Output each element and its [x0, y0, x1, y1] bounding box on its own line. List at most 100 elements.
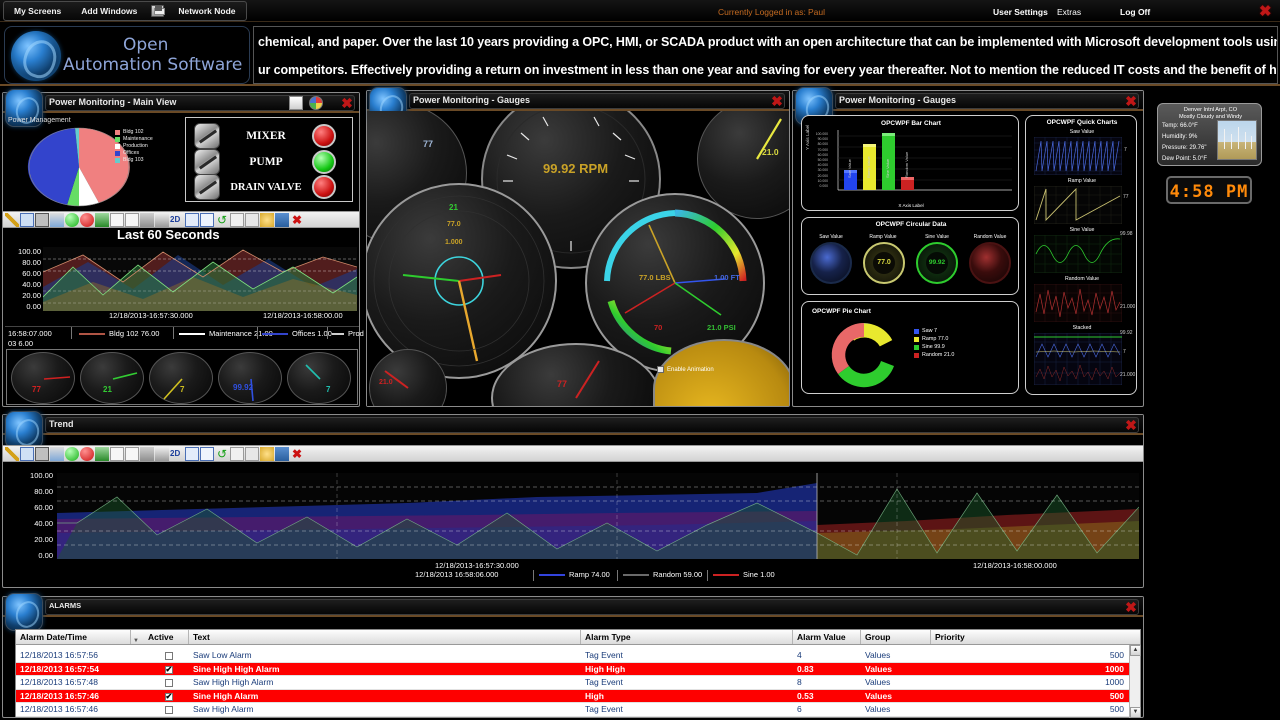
grid-icon[interactable]: [110, 212, 124, 227]
legend-label: Maintenance: [123, 136, 153, 142]
thermometer-icon[interactable]: [50, 212, 64, 227]
chart-icon[interactable]: [95, 446, 109, 461]
window-close-icon[interactable]: ✖: [1124, 600, 1138, 614]
document-icon[interactable]: [289, 96, 303, 110]
titlebar-trend[interactable]: Trend ✖: [3, 411, 1143, 449]
main-view-toolbar[interactable]: 2D ↺ ✖: [3, 211, 359, 228]
quick-charts-title: OPCWPF Quick Charts: [1046, 119, 1118, 126]
menu-item-my-screens[interactable]: My Screens: [4, 1, 71, 21]
cell-priority: 1000: [1105, 663, 1124, 674]
opcwpf-quick-charts-panel: OPCWPF Quick Charts Saw Value 7 Ramp Val…: [1025, 115, 1137, 395]
titlebar-gauges-center[interactable]: Power Monitoring - Gauges ✖: [367, 87, 789, 125]
database-icon[interactable]: [140, 212, 154, 227]
paste-icon[interactable]: [245, 212, 259, 227]
window-close-icon[interactable]: ✖: [770, 94, 784, 108]
titlebar-alarms[interactable]: ALARMS ✖: [3, 593, 1143, 631]
table-row[interactable]: 12/18/2013 16:57:56 Saw Low Alarm Tag Ev…: [16, 649, 1140, 663]
thermometer-icon[interactable]: [50, 446, 64, 461]
delete-icon[interactable]: ✖: [290, 447, 304, 461]
sort-chevron-down-icon[interactable]: ▼: [131, 630, 144, 644]
valve-icon[interactable]: [194, 123, 220, 149]
circular-gauge-saw: [810, 242, 852, 284]
window-icon[interactable]: [20, 212, 34, 227]
circular-title: OPCWPF Circular Data: [875, 221, 947, 228]
log-off-button[interactable]: Log Off: [1120, 7, 1150, 17]
indicator-row-pump[interactable]: PUMP: [194, 149, 346, 175]
column-header-datetime[interactable]: Alarm Date/Time: [16, 630, 131, 644]
cell-active[interactable]: [144, 703, 189, 716]
window-close-icon[interactable]: ✖: [1124, 94, 1138, 108]
printer-icon[interactable]: [155, 446, 169, 461]
cell-text: Sine High Alarm: [193, 690, 259, 701]
indicator-row-mixer[interactable]: MIXER: [194, 123, 346, 149]
cube-icon[interactable]: [200, 446, 214, 461]
table-row[interactable]: 12/18/2013 16:57:46 Saw High Alarm Tag E…: [16, 703, 1140, 717]
green-circle-icon[interactable]: [65, 446, 79, 461]
palette-icon[interactable]: [309, 96, 323, 110]
menu-item-add-windows[interactable]: Add Windows: [71, 1, 147, 21]
enable-animation-checkbox[interactable]: Enable Animation: [657, 366, 714, 373]
cube-icon[interactable]: [200, 212, 214, 227]
column-header-active[interactable]: Active: [144, 630, 189, 644]
scroll-up-button[interactable]: ▲: [1130, 645, 1141, 656]
delete-icon[interactable]: ✖: [290, 213, 304, 227]
printer-icon[interactable]: [155, 212, 169, 227]
database-icon[interactable]: [140, 446, 154, 461]
save-icon[interactable]: [35, 446, 49, 461]
circular-gauge-random: [969, 242, 1011, 284]
grid-icon-2[interactable]: [125, 446, 139, 461]
titlebar-gauges-right[interactable]: Power Monitoring - Gauges ✖: [793, 87, 1143, 125]
note-icon[interactable]: [230, 212, 244, 227]
extras-button[interactable]: Extras: [1057, 7, 1081, 17]
legend-label: Saw 7: [922, 328, 937, 334]
paste-icon[interactable]: [245, 446, 259, 461]
column-header-group[interactable]: Group: [861, 630, 931, 644]
alarms-grid[interactable]: Alarm Date/Time ▼ Active Text Alarm Type…: [15, 629, 1141, 718]
titlebar-main-view[interactable]: Power Monitoring - Main View ✖: [3, 89, 359, 127]
copy-icon[interactable]: [185, 212, 199, 227]
valve-icon[interactable]: [194, 174, 220, 200]
column-header-text[interactable]: Text: [189, 630, 581, 644]
cell-active[interactable]: [144, 676, 189, 689]
cell-active[interactable]: [144, 649, 189, 662]
user-settings-button[interactable]: User Settings: [993, 7, 1048, 17]
pencil-icon[interactable]: [5, 446, 19, 461]
menu-item-network-node[interactable]: Network Node: [168, 1, 245, 21]
bulb-icon[interactable]: [260, 212, 274, 227]
scroll-down-button[interactable]: ▼: [1130, 707, 1141, 718]
user-icon[interactable]: [275, 212, 289, 227]
alarms-scrollbar[interactable]: ▲ ▼: [1129, 645, 1141, 718]
column-header-priority[interactable]: Priority: [931, 630, 1130, 644]
indicator-row-drain-valve[interactable]: DRAIN VALVE: [194, 174, 346, 200]
user-icon[interactable]: [275, 446, 289, 461]
close-icon[interactable]: ✖: [1259, 4, 1274, 19]
red-circle-icon[interactable]: [80, 446, 94, 461]
refresh-icon[interactable]: ↺: [215, 213, 229, 227]
copy-icon[interactable]: [185, 446, 199, 461]
grid-icon[interactable]: [110, 446, 124, 461]
refresh-icon[interactable]: ↺: [215, 447, 229, 461]
table-row[interactable]: 12/18/2013 16:57:54 Sine High High Alarm…: [16, 662, 1140, 676]
window-icon[interactable]: [20, 446, 34, 461]
valve-icon[interactable]: [194, 149, 220, 175]
cell-active[interactable]: [144, 690, 189, 702]
cell-active[interactable]: [144, 663, 189, 675]
trend-toolbar[interactable]: 2D ↺ ✖: [3, 445, 1143, 462]
window-close-icon[interactable]: ✖: [1124, 418, 1138, 432]
rpm-readout: 99.92 RPM: [543, 161, 609, 176]
green-circle-icon[interactable]: [65, 212, 79, 227]
column-header-alarm-value[interactable]: Alarm Value: [793, 630, 861, 644]
window-close-icon[interactable]: ✖: [340, 96, 354, 110]
table-row[interactable]: 12/18/2013 16:57:48 Saw High High Alarm …: [16, 676, 1140, 690]
twod-icon[interactable]: 2D: [170, 447, 184, 461]
red-circle-icon[interactable]: [80, 212, 94, 227]
chart-icon[interactable]: [95, 212, 109, 227]
twod-icon[interactable]: 2D: [170, 213, 184, 227]
pencil-icon[interactable]: [5, 212, 19, 227]
note-icon[interactable]: [230, 446, 244, 461]
column-header-alarm-type[interactable]: Alarm Type: [581, 630, 793, 644]
table-row[interactable]: 12/18/2013 16:57:46 Sine High Alarm High…: [16, 689, 1140, 703]
bulb-icon[interactable]: [260, 446, 274, 461]
save-icon[interactable]: [35, 212, 49, 227]
grid-icon-2[interactable]: [125, 212, 139, 227]
